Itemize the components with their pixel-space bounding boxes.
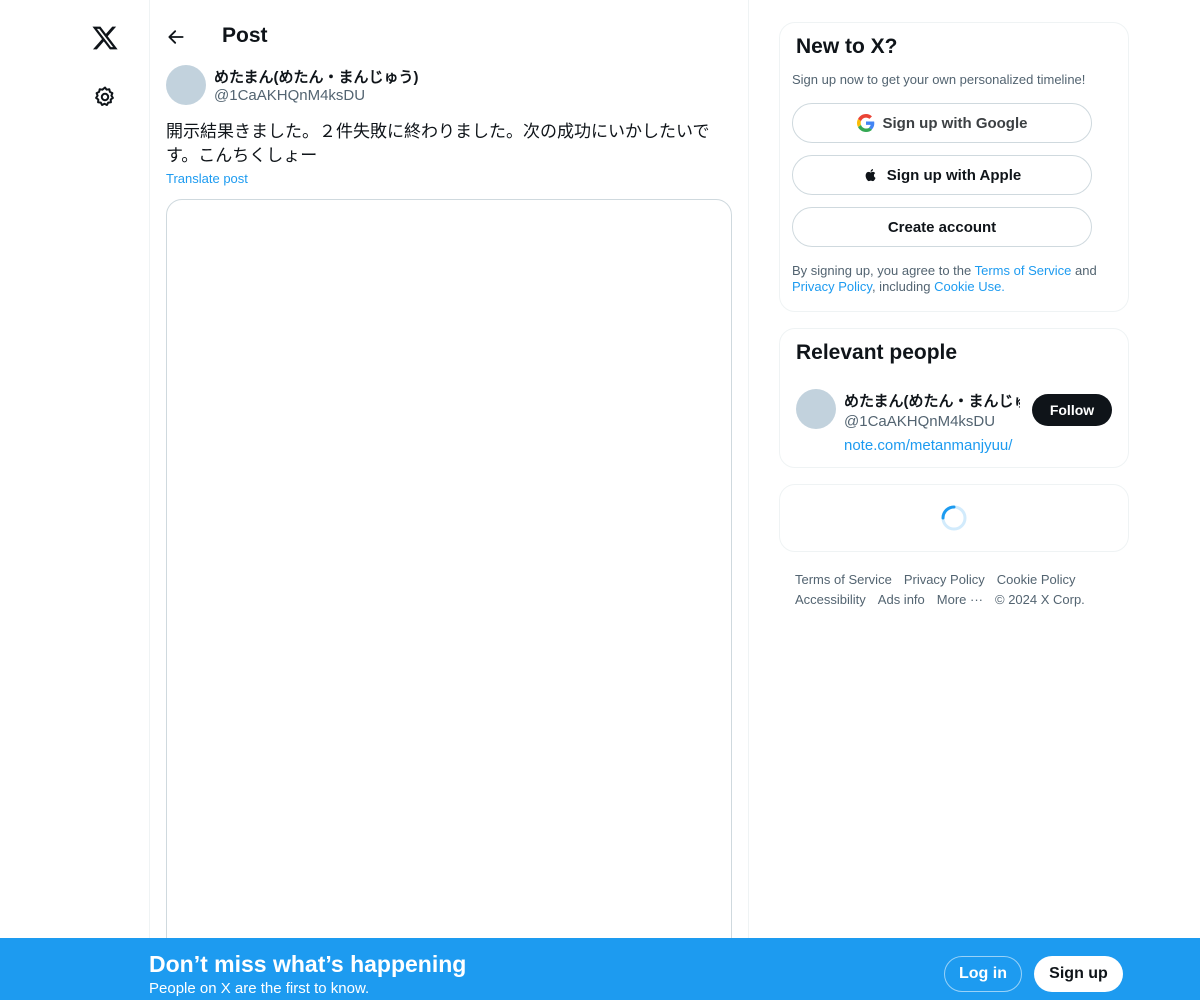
loading-spinner-icon [941,505,967,531]
copyright: © 2024 X Corp. [995,592,1085,607]
avatar[interactable] [796,389,836,429]
new-to-x-title: New to X? [796,35,898,58]
create-account-button[interactable]: Create account [792,207,1092,247]
relevant-people-card: Relevant people めたまん(めたん・まんじゅう) @1CaAKHQ… [779,328,1129,468]
gear-icon[interactable] [89,81,121,113]
terms-link[interactable]: Terms of Service [975,263,1072,278]
signup-apple-button[interactable]: Sign up with Apple [792,155,1092,195]
footer-links: Terms of Service Privacy Policy Cookie Pol… [795,570,1125,610]
person-bio-link[interactable]: note.com/metanmanjyuu/ [844,437,1012,454]
author-handle[interactable]: @1CaAKHQnM4ksDU [214,87,365,104]
post-header: Post [150,0,748,58]
translate-post-link[interactable]: Translate post [166,171,248,186]
google-icon [856,114,874,132]
signup-button[interactable]: Sign up [1034,956,1123,992]
new-to-x-subtitle: Sign up now to get your own personalized… [792,72,1086,87]
post-media[interactable] [166,199,732,979]
follow-button[interactable]: Follow [1032,394,1112,426]
apple-icon [865,168,876,182]
person-handle[interactable]: @1CaAKHQnM4ksDU [844,413,995,430]
x-logo-icon[interactable] [89,22,121,54]
footer-more-link[interactable]: More ··· [937,590,983,610]
signup-google-button[interactable]: Sign up with Google [792,103,1092,143]
new-to-x-card: New to X? Sign up now to get your own pe… [779,22,1129,312]
signup-banner: Don’t miss what’s happening People on X … [0,938,1200,1000]
footer-cookie-link[interactable]: Cookie Policy [997,570,1076,590]
left-nav [0,0,150,1000]
banner-subtitle: People on X are the first to know. [149,980,370,997]
signup-legal-text: By signing up, you agree to the Terms of… [792,263,1097,294]
banner-title: Don’t miss what’s happening [149,951,467,977]
main-column: Post めたまん(めたん・まんじゅう) @1CaAKHQnM4ksDU 開示結… [150,0,749,1000]
footer-ads-link[interactable]: Ads info [878,590,925,610]
footer-accessibility-link[interactable]: Accessibility [795,590,866,610]
page-title: Post [222,24,268,47]
cookie-use-link[interactable]: Cookie Use. [934,279,1005,294]
signup-google-label: Sign up with Google [882,114,1028,132]
author-name[interactable]: めたまん(めたん・まんじゅう) [214,66,419,87]
loading-card [779,484,1129,552]
avatar[interactable] [166,65,206,105]
footer-terms-link[interactable]: Terms of Service [795,570,892,590]
login-button[interactable]: Log in [944,956,1022,992]
signup-apple-label: Sign up with Apple [886,166,1022,184]
relevant-people-title: Relevant people [796,341,958,364]
footer-privacy-link[interactable]: Privacy Policy [904,570,985,590]
post-text: 開示結果きました。２件失敗に終わりました。次の成功にいかしたいです。こんちくしょ… [166,122,710,165]
person-name[interactable]: めたまん(めたん・まんじゅう) [844,390,1020,411]
arrow-left-icon[interactable] [162,20,190,54]
privacy-link[interactable]: Privacy Policy [792,279,872,294]
